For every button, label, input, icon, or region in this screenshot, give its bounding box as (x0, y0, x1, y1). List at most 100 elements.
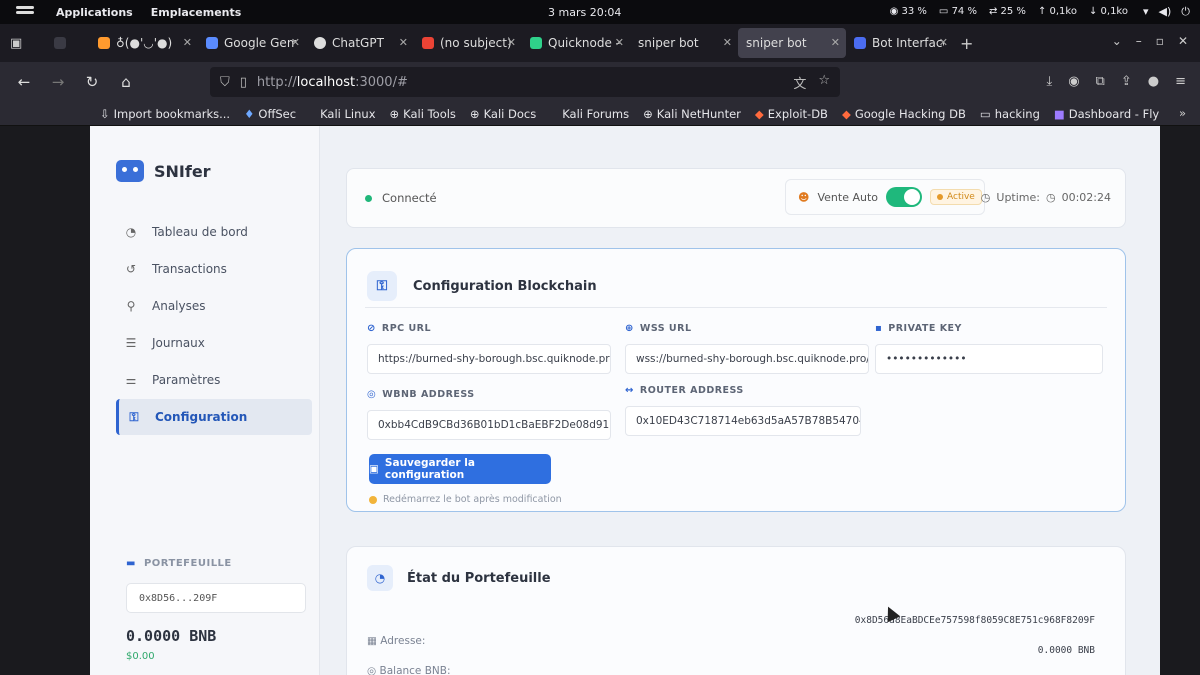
bookmark-star-icon[interactable]: ☆ (818, 73, 830, 92)
tab-item[interactable]: ChatGPT ✕ (306, 28, 414, 58)
field-label: ▪ PRIVATE KEY (875, 323, 962, 334)
close-icon[interactable]: ✕ (831, 36, 840, 49)
system-tray[interactable]: ▾ ◀) ⏻ (1143, 5, 1190, 19)
tab-item[interactable]: (no subject) ✕ (414, 28, 522, 58)
activities-icon[interactable] (16, 10, 34, 14)
coin-icon: ◎ (367, 665, 377, 675)
wss-url-input[interactable]: wss://burned-shy-borough.bsc.quiknode.pr… (625, 344, 869, 374)
account-icon[interactable]: ◉ (1068, 74, 1079, 89)
brand[interactable]: SNIfer (116, 160, 211, 182)
gmail-icon (422, 37, 434, 49)
exchange-icon: ↔ (625, 385, 634, 396)
clock-icon: ◷ (980, 191, 991, 204)
wbnb-address-input[interactable]: 0xbb4CdB9CBd36B01bD1cBaEBF2De08d9173bc (367, 410, 611, 440)
uptime: ◷ Uptime: ◷ 00:02:24 (981, 191, 1111, 204)
chevron-right-icon[interactable]: » (1179, 106, 1186, 120)
router-address-input[interactable]: 0x10ED43C718714eb63d5aA57B78B54704E256( (625, 406, 861, 436)
power-icon[interactable]: ⏻ (1181, 5, 1190, 19)
tab-overview-icon[interactable]: ▣ (10, 36, 38, 51)
balance-bnb-value: 0.0000 BNB (1037, 645, 1095, 656)
clock-icon: ◷ (1045, 191, 1056, 204)
save-config-button[interactable]: ▣ Sauvegarder la configuration (369, 454, 551, 484)
share-icon[interactable]: ⇪ (1121, 74, 1132, 89)
bookmark-fly[interactable]: ■ Dashboard - Fly (1054, 107, 1159, 121)
page-info-icon[interactable]: ▯ (240, 75, 247, 90)
wallet-address[interactable]: 0x8D56...209F (126, 583, 306, 613)
tab-recent[interactable] (46, 28, 90, 58)
rpc-url-input[interactable]: https://burned-shy-borough.bsc.quiknode.… (367, 344, 611, 374)
clock[interactable]: 3 mars 20:04 (548, 6, 621, 19)
applications-menu[interactable]: Applications (56, 6, 133, 19)
close-icon[interactable]: ✕ (615, 36, 624, 49)
shield-icon[interactable]: ⛉ (220, 75, 230, 90)
tab-label: Google Gem (224, 36, 296, 50)
bookmark-kali-forums[interactable]: Kali Forums (562, 107, 629, 121)
coins-icon: ◎ (367, 389, 377, 400)
gemini-icon (206, 37, 218, 49)
history-icon: ↺ (125, 262, 137, 276)
menu-icon[interactable]: ≡ (1175, 74, 1186, 89)
address-bar[interactable]: ⛉ ▯ http://localhost:3000/# 文 ☆ (210, 67, 840, 97)
close-icon[interactable]: ✕ (291, 36, 300, 49)
bookmark-kali-linux[interactable]: Kali Linux (320, 107, 375, 121)
close-window-icon[interactable]: ✕ (1178, 34, 1188, 48)
new-tab-icon[interactable]: + (960, 34, 973, 53)
close-icon[interactable]: ✕ (399, 36, 408, 49)
sidebar-item-transactions[interactable]: ↺ Transactions (116, 251, 312, 287)
sidebar-item-label: Analyses (152, 299, 206, 313)
close-icon[interactable]: ✕ (183, 36, 192, 49)
tab-item[interactable]: Bot Interface ✕ (846, 28, 954, 58)
card-title: État du Portefeuille (407, 570, 551, 586)
url-text[interactable]: http://localhost:3000/# (257, 75, 408, 90)
home-icon[interactable]: ⌂ (116, 73, 136, 91)
tab-item[interactable]: sniper bot ✕ (630, 28, 738, 58)
close-icon[interactable]: ✕ (939, 36, 948, 49)
tab-label: ♁(●'◡'●) (116, 36, 173, 50)
sidebar-item-label: Tableau de bord (152, 225, 248, 239)
bookmark-exploit-db[interactable]: ◆ Exploit-DB (755, 107, 828, 121)
bookmark-import[interactable]: ⇩ Import bookmarks... (100, 107, 230, 121)
close-icon[interactable]: ✕ (507, 36, 516, 49)
tab-list-icon[interactable]: ⌄ (1112, 34, 1122, 48)
auto-sell-toggle[interactable] (886, 187, 922, 207)
places-menu[interactable]: Emplacements (151, 6, 242, 19)
forward-icon[interactable]: → (48, 73, 68, 91)
tab-item[interactable]: ♁(●'◡'●) ✕ (90, 28, 198, 58)
close-icon[interactable]: ✕ (723, 36, 732, 49)
fly-icon: ■ (1053, 106, 1065, 121)
tab-item[interactable]: Quicknode - ✕ (522, 28, 630, 58)
list-icon: ☰ (125, 336, 137, 350)
sidebar-item-logs[interactable]: ☰ Journaux (116, 325, 312, 361)
screen: Applications Emplacements 3 mars 20:04 ◉… (0, 0, 1200, 675)
sidebar-item-configuration[interactable]: ⚿ Configuration (116, 399, 312, 435)
extensions-icon[interactable]: ⧉ (1096, 74, 1105, 89)
network-icon[interactable]: ▾ (1143, 5, 1149, 19)
bookmark-offsec[interactable]: ♦ OffSec (244, 107, 296, 121)
download-icon[interactable]: ⤓ (1046, 74, 1052, 89)
back-icon[interactable]: ← (14, 73, 34, 91)
sidebar-item-settings[interactable]: ⚌ Paramètres (116, 362, 312, 398)
bookmark-kali-nethunter[interactable]: ⊕ Kali NetHunter (643, 107, 741, 121)
extension-icon[interactable]: ● (1148, 74, 1159, 89)
bookmark-ghdb[interactable]: ◆ Google Hacking DB (842, 107, 966, 121)
wbnb-address-field: ◎ WBNB ADDRESS 0xbb4CdB9CBd36B01bD1cBaEBF… (367, 389, 611, 440)
brand-name: SNIfer (154, 161, 211, 181)
reload-icon[interactable]: ↻ (82, 73, 102, 91)
tab-item[interactable]: Google Gem ✕ (198, 28, 306, 58)
translate-icon[interactable]: 文 (793, 73, 806, 92)
bookmark-hacking[interactable]: ▭ hacking (980, 107, 1040, 121)
tab-item-active[interactable]: sniper bot ✕ (738, 28, 846, 58)
minimize-icon[interactable]: – (1136, 34, 1142, 48)
field-label: ⊘ RPC URL (367, 323, 432, 334)
private-key-input[interactable]: ••••••••••••• (875, 344, 1103, 374)
sidebar-item-dashboard[interactable]: ◔ Tableau de bord (116, 214, 312, 250)
bookmark-kali-tools[interactable]: ⊕ Kali Tools (390, 107, 456, 121)
bookmark-kali-docs[interactable]: ⊕ Kali Docs (470, 107, 536, 121)
restart-hint: Redémarrez le bot après modification (369, 494, 562, 505)
maximize-icon[interactable]: ▫ (1156, 34, 1164, 48)
upload-stat: ↑ 0,1ko (1037, 6, 1077, 17)
sidebar-item-analyses[interactable]: ⚲ Analyses (116, 288, 312, 324)
offsec-icon: ♦ (244, 106, 255, 121)
status-badge: Active (930, 189, 982, 205)
volume-icon[interactable]: ◀) (1159, 5, 1172, 19)
